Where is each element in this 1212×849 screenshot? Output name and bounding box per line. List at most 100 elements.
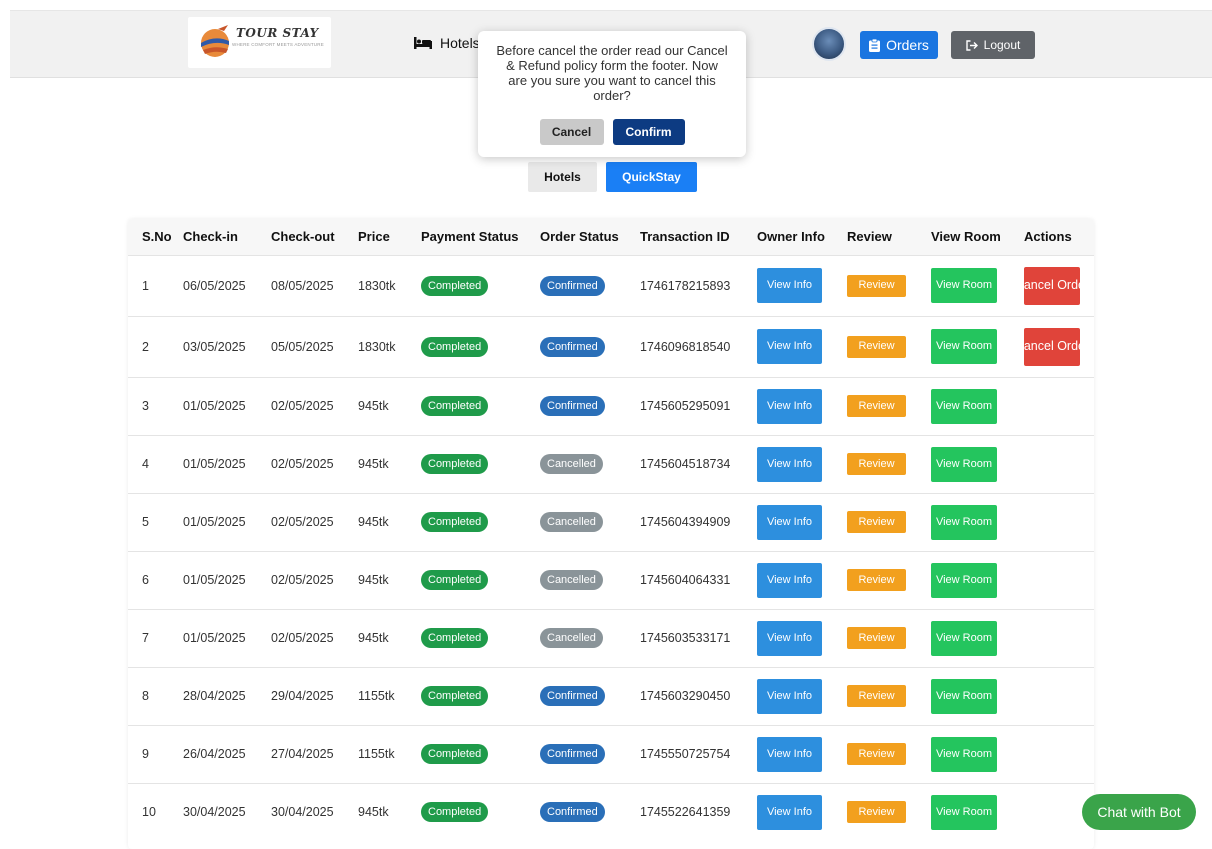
order-status-badge: Cancelled xyxy=(540,628,603,648)
column-header-actions: Actions xyxy=(1024,229,1072,245)
cell-price: 1830tk xyxy=(358,278,396,293)
review-button[interactable]: Review xyxy=(847,627,906,649)
review-button[interactable]: Review xyxy=(847,511,906,533)
view-info-button[interactable]: View Info xyxy=(757,268,822,303)
view-info-button[interactable]: View Info xyxy=(757,620,822,656)
cell-price: 945tk xyxy=(358,631,389,645)
order-status-badge: Confirmed xyxy=(540,336,605,357)
cell-sno: 6 xyxy=(142,573,149,587)
table-row: 5 01/05/2025 02/05/2025 945tk Completed Cance… xyxy=(128,493,1094,551)
payment-status-badge: Completed xyxy=(421,686,489,706)
payment-status-badge: Completed xyxy=(421,454,489,474)
cell-checkin: 01/05/2025 xyxy=(183,573,246,587)
cell-sno: 10 xyxy=(142,805,156,820)
bed-icon xyxy=(414,37,432,49)
cell-checkout: 02/05/2025 xyxy=(271,631,334,645)
cell-checkin: 03/05/2025 xyxy=(183,339,246,354)
payment-status-badge: Completed xyxy=(421,802,489,823)
cell-checkout: 02/05/2025 xyxy=(271,457,334,471)
cell-transaction-id: 1745604518734 xyxy=(640,457,731,471)
review-button[interactable]: Review xyxy=(847,335,906,358)
avatar[interactable] xyxy=(812,27,846,61)
cell-transaction-id: 1746096818540 xyxy=(640,339,731,354)
view-room-button[interactable]: View Room xyxy=(931,329,997,364)
cell-transaction-id: 1745604394909 xyxy=(640,515,731,529)
review-button[interactable]: Review xyxy=(847,685,906,707)
column-header-transaction-id: Transaction ID xyxy=(640,229,730,245)
cell-price: 945tk xyxy=(358,399,389,413)
review-button[interactable]: Review xyxy=(847,453,906,475)
view-info-button[interactable]: View Info xyxy=(757,794,822,830)
dialog-cancel-button[interactable]: Cancel xyxy=(539,119,604,145)
view-info-button[interactable]: View Info xyxy=(757,678,822,714)
view-info-button[interactable]: View Info xyxy=(757,388,822,424)
column-header-payment-status: Payment Status xyxy=(421,229,519,245)
view-room-button[interactable]: View Room xyxy=(931,620,997,656)
payment-status-badge: Completed xyxy=(421,336,489,357)
view-room-button[interactable]: View Room xyxy=(931,504,997,540)
cell-sno: 7 xyxy=(142,631,149,645)
column-header-price: Price xyxy=(358,229,390,245)
payment-status-badge: Completed xyxy=(421,512,489,532)
tab-quickstay[interactable]: QuickStay xyxy=(606,162,697,192)
view-room-button[interactable]: View Room xyxy=(931,268,997,303)
view-info-button[interactable]: View Info xyxy=(757,504,822,540)
view-info-button[interactable]: View Info xyxy=(757,562,822,598)
orders-label: Orders xyxy=(886,37,929,53)
payment-status-badge: Completed xyxy=(421,744,489,764)
cell-checkin: 01/05/2025 xyxy=(183,515,246,529)
view-room-button[interactable]: View Room xyxy=(931,736,997,772)
table-row: 8 28/04/2025 29/04/2025 1155tk Completed Conf… xyxy=(128,667,1094,725)
order-status-badge: Confirmed xyxy=(540,744,605,764)
cell-checkin: 01/05/2025 xyxy=(183,457,246,471)
order-status-badge: Confirmed xyxy=(540,686,605,706)
cell-checkout: 08/05/2025 xyxy=(271,278,334,293)
table-row: 2 03/05/2025 05/05/2025 1830tk Completed Conf… xyxy=(128,316,1094,377)
cell-sno: 3 xyxy=(142,399,149,413)
cell-price: 1830tk xyxy=(358,339,396,354)
table-row: 9 26/04/2025 27/04/2025 1155tk Completed Conf… xyxy=(128,725,1094,783)
review-button[interactable]: Review xyxy=(847,395,906,417)
chat-with-bot-button[interactable]: Chat with Bot xyxy=(1082,794,1196,830)
cell-sno: 9 xyxy=(142,747,149,761)
logout-button[interactable]: Logout xyxy=(951,31,1035,59)
cancel-order-button[interactable]: Cancel Order xyxy=(1015,327,1089,366)
view-info-button[interactable]: View Info xyxy=(757,329,822,364)
cell-price: 1155tk xyxy=(358,689,395,703)
tab-hotels[interactable]: Hotels xyxy=(528,162,597,192)
payment-status-badge: Completed xyxy=(421,275,489,296)
view-room-button[interactable]: View Room xyxy=(931,388,997,424)
view-room-button[interactable]: View Room xyxy=(931,446,997,482)
table-header-row: S.No Check-in Check-out Price Payment St… xyxy=(128,219,1094,255)
cell-transaction-id: 1745604064331 xyxy=(640,573,731,587)
cell-checkin: 06/05/2025 xyxy=(183,278,246,293)
payment-status-badge: Completed xyxy=(421,628,489,648)
review-button[interactable]: Review xyxy=(847,274,906,297)
cell-sno: 8 xyxy=(142,689,149,703)
review-button[interactable]: Review xyxy=(847,743,906,765)
view-info-button[interactable]: View Info xyxy=(757,736,822,772)
dialog-confirm-button[interactable]: Confirm xyxy=(612,119,685,145)
cancel-order-button[interactable]: Cancel Order xyxy=(1015,266,1089,305)
view-room-button[interactable]: View Room xyxy=(931,794,997,830)
review-button[interactable]: Review xyxy=(847,569,906,591)
review-button[interactable]: Review xyxy=(847,801,906,824)
cell-checkout: 29/04/2025 xyxy=(271,689,334,703)
brand-logo[interactable]: TOUR STAY WHERE COMFORT MEETS ADVENTURE xyxy=(188,17,331,68)
logout-label: Logout xyxy=(983,38,1021,52)
orders-button[interactable]: Orders xyxy=(860,31,938,59)
table-row: 7 01/05/2025 02/05/2025 945tk Completed Cance… xyxy=(128,609,1094,667)
view-room-button[interactable]: View Room xyxy=(931,678,997,714)
top-strip xyxy=(0,0,1212,10)
nav-hotels-label: Hotels xyxy=(440,35,480,51)
cell-sno: 5 xyxy=(142,515,149,529)
cell-price: 945tk xyxy=(358,805,389,820)
cell-transaction-id: 1745603533171 xyxy=(640,631,731,645)
view-info-button[interactable]: View Info xyxy=(757,446,822,482)
view-room-button[interactable]: View Room xyxy=(931,562,997,598)
sunset-logo-icon xyxy=(201,25,229,57)
cell-checkin: 28/04/2025 xyxy=(183,689,246,703)
cell-checkin: 01/05/2025 xyxy=(183,399,246,413)
cell-transaction-id: 1745550725754 xyxy=(640,747,731,761)
nav-hotels-link[interactable]: Hotels xyxy=(414,35,480,51)
